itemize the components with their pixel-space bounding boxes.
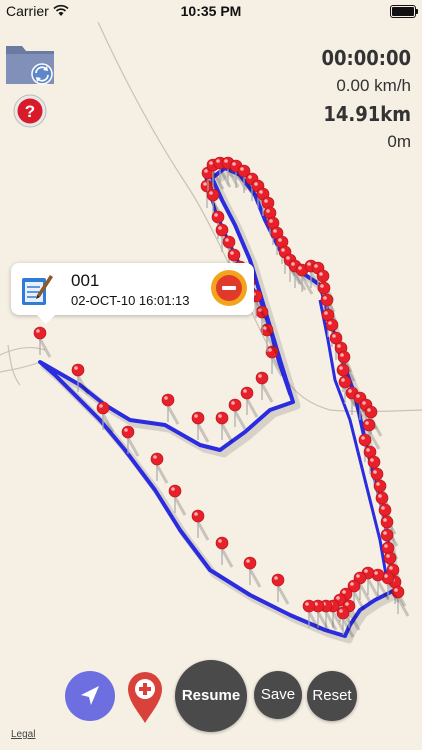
resume-button[interactable]: Resume [175, 660, 247, 732]
folder-sync-icon [6, 46, 54, 85]
waypoint-pin[interactable] [243, 556, 262, 588]
current-speed: 0.00 km/h [336, 76, 411, 95]
waypoint-pin[interactable] [191, 509, 210, 541]
question-icon: ? [13, 94, 47, 128]
svg-text:?: ? [25, 102, 35, 121]
delete-waypoint-button[interactable] [210, 269, 248, 307]
navigation-arrow-icon [81, 686, 99, 705]
legal-link[interactable]: Legal [11, 729, 35, 740]
tracks-folder-button[interactable] [4, 42, 56, 86]
waypoint-pin[interactable] [161, 393, 180, 425]
waypoint-timestamp: 02-OCT-10 16:01:13 [71, 293, 190, 308]
status-bar: Carrier 10:35 PM [0, 0, 422, 22]
waypoint-pin[interactable] [150, 452, 169, 484]
waypoint-pin[interactable] [271, 573, 290, 605]
waypoint-pin[interactable] [255, 371, 274, 403]
remove-icon [211, 270, 247, 306]
waypoint-pin[interactable] [33, 326, 52, 358]
battery-icon [390, 5, 418, 18]
tracking-stats: 00:00:00 0.00 km/h 14.91km 0m [321, 44, 411, 156]
waypoint-pin[interactable] [215, 411, 234, 443]
track-route-inner [203, 174, 388, 576]
add-waypoint-button[interactable] [125, 669, 165, 725]
save-button[interactable]: Save [254, 671, 302, 719]
note-edit-icon [22, 275, 53, 305]
waypoint-pin[interactable] [215, 536, 234, 568]
waypoint-callout[interactable]: 001 02-OCT-10 16:01:13 [11, 263, 254, 324]
waypoint-pin[interactable] [228, 398, 247, 430]
elapsed-time: 00:00:00 [321, 46, 411, 70]
reset-button[interactable]: Reset [307, 671, 357, 721]
total-distance: 14.91km [323, 102, 411, 126]
waypoint-pin[interactable] [191, 411, 210, 443]
help-button[interactable]: ? [13, 94, 47, 128]
waypoint-title: 001 [71, 271, 100, 290]
locate-me-button[interactable] [65, 671, 115, 721]
map-pin-plus-icon [128, 672, 162, 723]
altitude: 0m [387, 132, 411, 151]
status-time: 10:35 PM [180, 3, 242, 19]
waypoint-pin[interactable] [240, 386, 259, 418]
